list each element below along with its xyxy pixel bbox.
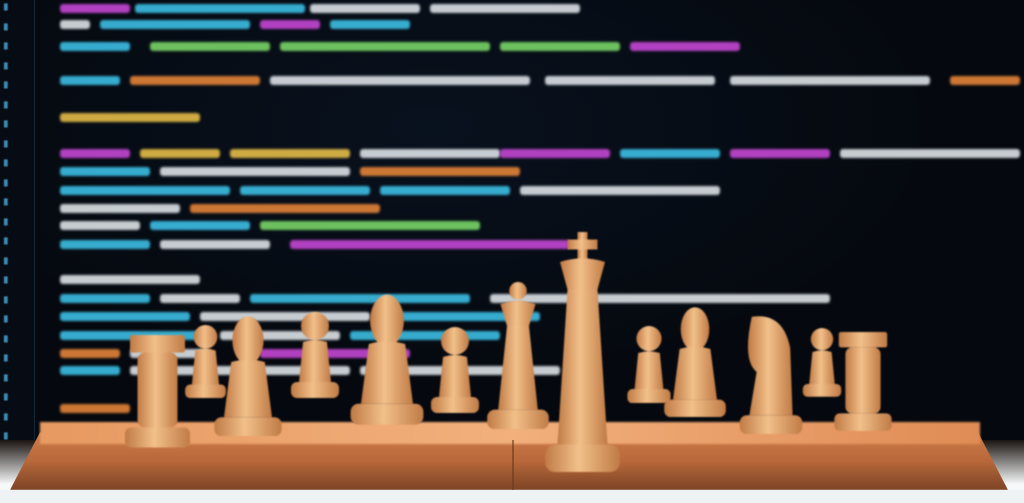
gutter-line-mark: █ [4, 62, 9, 70]
code-text-blur [360, 167, 520, 176]
code-text-blur [360, 149, 500, 158]
code-text-blur [135, 4, 305, 13]
chess-queen-icon [485, 282, 551, 430]
gutter-line-mark: █ [4, 374, 9, 382]
gutter-line-mark: █ [4, 238, 9, 245]
code-text-blur [310, 4, 420, 13]
code-text-blur [60, 349, 120, 358]
chess-rook-icon [830, 332, 896, 431]
code-text-blur [730, 149, 830, 158]
code-text-blur [190, 204, 380, 213]
code-text-blur [60, 240, 150, 249]
gutter-line-mark: █ [4, 101, 9, 109]
code-text-blur [620, 149, 720, 158]
bottom-edge [0, 490, 1024, 503]
code-text-blur [60, 294, 150, 303]
chess-pawn-icon [285, 312, 345, 398]
code-text-blur [60, 76, 120, 85]
code-text-blur [260, 221, 480, 230]
gutter-line-mark: █ [4, 413, 9, 421]
gutter-line-mark: █ [4, 316, 9, 323]
gutter-line-mark: █ [4, 140, 9, 148]
code-text-blur [140, 149, 220, 158]
gutter-line-mark: █ [4, 121, 9, 128]
gutter-line-mark: █ [4, 257, 9, 265]
code-text-blur [150, 42, 270, 51]
code-text-blur [60, 366, 120, 375]
gutter-line-mark: █ [4, 394, 9, 401]
code-text-blur [500, 149, 610, 158]
code-text-blur [230, 149, 350, 158]
chess-bishop-icon [662, 305, 728, 418]
gutter-line-mark: █ [4, 4, 9, 11]
code-text-blur [100, 20, 250, 29]
code-text-blur [280, 42, 490, 51]
code-text-blur [60, 186, 230, 195]
gutter-line-mark: █ [4, 160, 9, 167]
code-gutter: ████████████████████████ [0, 0, 35, 470]
gutter-line-mark: █ [4, 23, 9, 31]
code-text-blur [60, 149, 130, 158]
code-text-blur [60, 204, 180, 213]
gutter-line-mark: █ [4, 277, 9, 284]
gutter-line-mark: █ [4, 355, 9, 362]
code-text-blur [60, 312, 190, 321]
code-text-blur [160, 240, 270, 249]
code-text-blur [60, 167, 150, 176]
chess-bishop-icon [212, 314, 284, 437]
code-text-blur [520, 186, 720, 195]
gutter-line-mark: █ [4, 296, 9, 304]
code-text-blur [60, 42, 130, 51]
code-text-blur [545, 76, 715, 85]
code-text-blur [840, 149, 1020, 158]
code-text-blur [330, 20, 410, 29]
code-text-blur [150, 221, 250, 230]
gutter-line-mark: █ [4, 82, 9, 89]
code-text-blur [130, 76, 260, 85]
code-text-blur [60, 275, 200, 284]
chess-knight-icon [735, 312, 807, 435]
gutter-line-mark: █ [4, 179, 9, 187]
chess-pawn-icon [425, 327, 485, 413]
code-text-blur [60, 20, 90, 29]
code-text-blur [290, 240, 570, 249]
code-text-blur [240, 186, 370, 195]
gutter-line-mark: █ [4, 199, 9, 206]
code-text-blur [260, 20, 320, 29]
code-text-blur [60, 113, 200, 122]
code-text-blur [730, 76, 930, 85]
code-text-blur [270, 76, 530, 85]
code-text-blur [500, 42, 620, 51]
code-text-blur [160, 167, 350, 176]
code-text-blur [430, 4, 580, 13]
code-text-blur [60, 4, 130, 13]
gutter-line-mark: █ [4, 218, 9, 226]
code-text-blur [380, 186, 510, 195]
chess-king-icon [545, 232, 620, 472]
gutter-line-mark: █ [4, 43, 9, 50]
code-text-blur [60, 221, 140, 230]
gutter-line-mark: █ [4, 335, 9, 343]
code-text-blur [630, 42, 740, 51]
code-text-blur [160, 294, 240, 303]
code-text-blur [950, 76, 1020, 85]
gutter-line-mark: █ [4, 433, 9, 440]
board-seam [512, 440, 514, 490]
photo-scene: ████████████████████████ [0, 0, 1024, 503]
chess-bishop-icon [348, 292, 426, 425]
